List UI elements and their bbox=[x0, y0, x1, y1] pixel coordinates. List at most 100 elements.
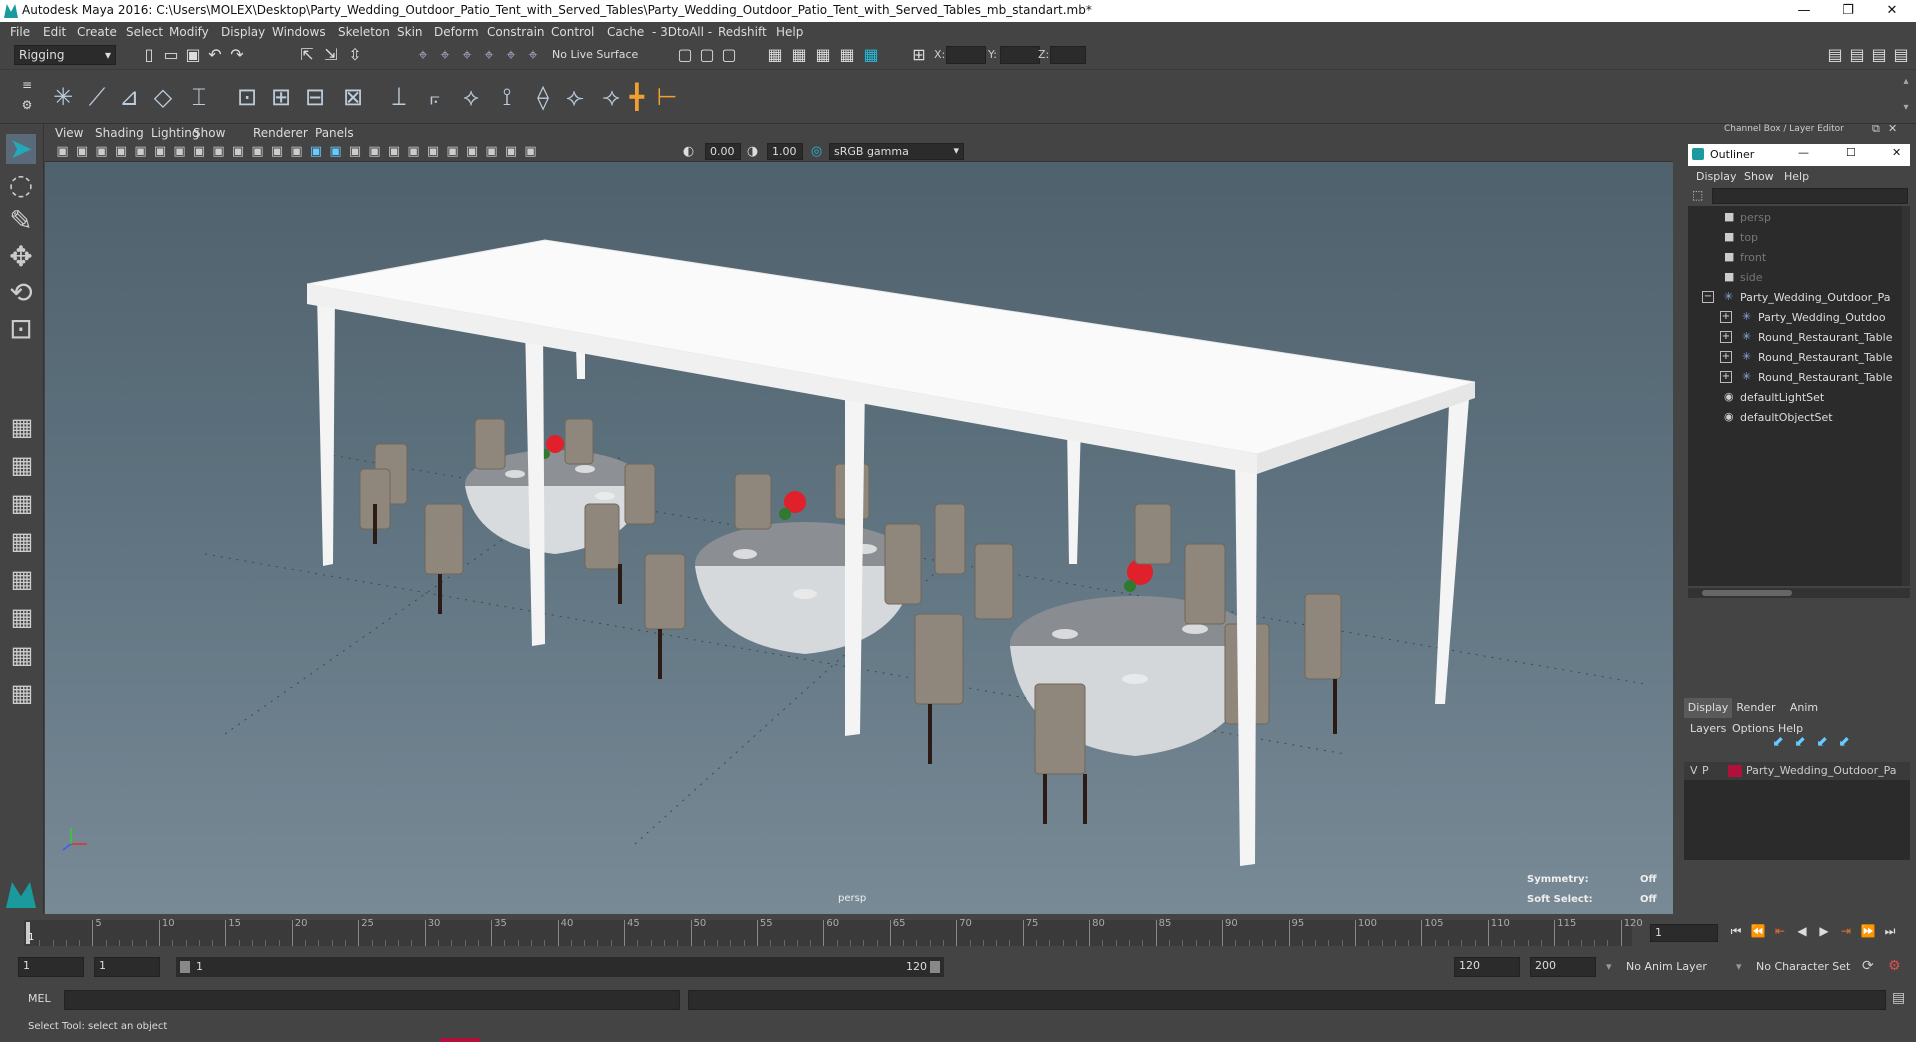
move-layer-up-icon[interactable]: ⬋ bbox=[1770, 734, 1786, 750]
shadows-icon[interactable]: ▣ bbox=[387, 144, 402, 159]
select-object-icon[interactable]: ⇲ bbox=[322, 46, 340, 64]
input-ops-icon[interactable]: ▢ bbox=[676, 46, 694, 64]
gamma-icon[interactable]: ◑ bbox=[745, 144, 760, 159]
outliner-item[interactable]: + ✳ Round_Restaurant_Table bbox=[1688, 368, 1902, 388]
anim-layer-dropdown[interactable]: No Anim Layer bbox=[1626, 960, 1707, 973]
step-forward-frame-icon[interactable]: ⇥ bbox=[1836, 924, 1856, 942]
move-tool-icon[interactable]: ✥ bbox=[6, 242, 36, 272]
render-view-icon[interactable]: ▦ bbox=[862, 46, 880, 64]
viewport-menu-panels[interactable]: Panels bbox=[315, 126, 354, 140]
outliner-search-input[interactable] bbox=[1712, 188, 1908, 204]
outliner-menu-show[interactable]: Show bbox=[1744, 170, 1774, 183]
start-frame-field[interactable]: 1 bbox=[18, 957, 84, 977]
modeling-toolkit-icon[interactable]: ▤ bbox=[1826, 46, 1844, 64]
outliner-item[interactable]: + ✳ Round_Restaurant_Table bbox=[1688, 328, 1902, 348]
smooth-shade-icon[interactable]: ▣ bbox=[309, 144, 324, 159]
menu-help[interactable]: Help bbox=[776, 25, 803, 39]
create-blendshape-icon[interactable]: ⊠ bbox=[340, 84, 366, 110]
expand-icon[interactable]: + bbox=[1720, 371, 1732, 383]
step-back-key-icon[interactable]: ⏪ bbox=[1748, 924, 1768, 942]
xray-joints-icon[interactable]: ▣ bbox=[504, 144, 519, 159]
persp-outliner-layout-icon[interactable]: ▦ bbox=[8, 528, 36, 554]
open-scene-icon[interactable]: ▭ bbox=[162, 46, 180, 64]
z-field[interactable] bbox=[1050, 46, 1086, 64]
layer-menu-layers[interactable]: Layers bbox=[1690, 722, 1726, 735]
menu-file[interactable]: File bbox=[10, 25, 30, 39]
expand-icon[interactable]: + bbox=[1720, 311, 1732, 323]
outliner-item[interactable]: + ✳ Party_Wedding_Outdoo bbox=[1688, 308, 1902, 328]
layer-tab-render[interactable]: Render bbox=[1732, 698, 1780, 718]
default-material-icon[interactable]: ▣ bbox=[328, 144, 343, 159]
two-pane-vertical-icon[interactable]: ▦ bbox=[8, 490, 36, 516]
grease-pencil-icon[interactable]: ▣ bbox=[153, 144, 168, 159]
shelf-settings-icon[interactable]: ⚙ bbox=[20, 98, 34, 112]
viewport-menu-renderer[interactable]: Renderer bbox=[253, 126, 308, 140]
shelf-menu-icon[interactable]: ≡ bbox=[20, 78, 34, 92]
select-camera-icon[interactable]: ▣ bbox=[55, 144, 70, 159]
snap-point-icon[interactable]: ⌖ bbox=[458, 46, 476, 64]
tool-settings-icon[interactable]: ▤ bbox=[1870, 46, 1888, 64]
create-empty-layer-icon[interactable]: ⬋ bbox=[1814, 734, 1830, 750]
xray-components-icon[interactable]: ▣ bbox=[523, 144, 538, 159]
layer-tab-display[interactable]: Display bbox=[1684, 698, 1732, 718]
expand-icon[interactable]: + bbox=[1720, 351, 1732, 363]
layer-tab-anim[interactable]: Anim bbox=[1780, 698, 1828, 718]
new-scene-icon[interactable]: ▯ bbox=[140, 46, 158, 64]
step-back-frame-icon[interactable]: ⇤ bbox=[1770, 924, 1790, 942]
outliner-item[interactable]: − ✳ Party_Wedding_Outdoor_Pa bbox=[1688, 288, 1902, 308]
outliner-persp-icon[interactable]: ▦ bbox=[8, 642, 36, 668]
orient-joint-icon[interactable]: ⌶ bbox=[186, 84, 212, 110]
four-pane-layout-icon[interactable]: ▦ bbox=[8, 452, 36, 478]
locator-icon[interactable]: ╋ bbox=[624, 84, 650, 110]
menu-deform[interactable]: Deform bbox=[434, 25, 479, 39]
rotate-tool-icon[interactable]: ⟲ bbox=[6, 278, 36, 308]
channel-box-icon[interactable]: ▤ bbox=[1892, 46, 1910, 64]
outliner-item[interactable]: ■ top bbox=[1688, 228, 1902, 248]
color-management-icon[interactable]: ◎ bbox=[809, 144, 824, 159]
save-scene-icon[interactable]: ▣ bbox=[184, 46, 202, 64]
menu-skeleton[interactable]: Skeleton bbox=[338, 25, 390, 39]
ik-handle-icon[interactable]: ⟋ bbox=[84, 84, 110, 110]
select-tool-icon[interactable]: ➤ bbox=[6, 134, 36, 164]
outliner-close-button[interactable]: ✕ bbox=[1892, 146, 1901, 159]
range-start-handle[interactable] bbox=[180, 961, 190, 973]
shelf-scroll-up-icon[interactable]: ▴ bbox=[1900, 76, 1912, 88]
grid-icon[interactable]: ▣ bbox=[172, 144, 187, 159]
ik-spline-icon[interactable]: ⊿ bbox=[116, 84, 142, 110]
scale-tool-icon[interactable]: ⊡ bbox=[6, 314, 36, 344]
auto-key-icon[interactable]: ⟳ bbox=[1862, 958, 1874, 974]
point-constraint-icon[interactable]: ⟟ bbox=[494, 84, 520, 110]
ambient-occlusion-icon[interactable]: ▣ bbox=[406, 144, 421, 159]
current-frame-field[interactable]: 1 bbox=[1650, 924, 1718, 942]
playback-start-field[interactable]: 1 bbox=[94, 957, 160, 977]
y-field[interactable] bbox=[1000, 46, 1040, 64]
play-forwards-icon[interactable]: ▶ bbox=[1814, 924, 1834, 942]
orient-constraint-icon[interactable]: ⟠ bbox=[530, 84, 556, 110]
snap-view-icon[interactable]: ⌖ bbox=[480, 46, 498, 64]
layer-menu-options[interactable]: Options bbox=[1732, 722, 1774, 735]
gamma-field[interactable]: 1.00 bbox=[767, 143, 803, 160]
menu-skin[interactable]: Skin bbox=[397, 25, 423, 39]
outliner-menu-help[interactable]: Help bbox=[1784, 170, 1809, 183]
collapse-icon[interactable]: − bbox=[1702, 291, 1714, 303]
viewport-menu-show[interactable]: Show bbox=[193, 126, 225, 140]
camera-tools-icon[interactable]: ⊞ bbox=[910, 46, 928, 64]
undo-icon[interactable]: ↶ bbox=[206, 46, 224, 64]
time-slider[interactable]: 5 10 15 20 25 30 35 40 45 50 55 60 65 70 75 80 85 90 95 100… bbox=[0, 914, 1916, 952]
maximize-button[interactable]: ❐ bbox=[1826, 0, 1870, 22]
resolution-gate-icon[interactable]: ▣ bbox=[211, 144, 226, 159]
attribute-editor-icon[interactable]: ▤ bbox=[1848, 46, 1866, 64]
outliner-item[interactable]: ◉ defaultLightSet bbox=[1688, 388, 1902, 408]
go-to-start-icon[interactable]: ⏮ bbox=[1726, 924, 1746, 942]
aim-constraint-icon[interactable]: ⟢ bbox=[598, 84, 624, 110]
render-settings-icon[interactable]: ▦ bbox=[814, 46, 832, 64]
menu-windows[interactable]: Windows bbox=[272, 25, 326, 39]
exposure-field[interactable]: 0.00 bbox=[705, 143, 741, 160]
joint-tool-icon[interactable]: ✳ bbox=[50, 84, 76, 110]
hypershade-icon[interactable]: ▦ bbox=[838, 46, 856, 64]
custom-layout-icon[interactable]: ▦ bbox=[8, 680, 36, 706]
shelf-scroll-down-icon[interactable]: ▾ bbox=[1900, 102, 1912, 114]
anim-prefs-icon[interactable]: ⚙ bbox=[1888, 958, 1901, 974]
gate-mask-icon[interactable]: ▣ bbox=[231, 144, 246, 159]
isolate-select-icon[interactable]: ▣ bbox=[465, 144, 480, 159]
